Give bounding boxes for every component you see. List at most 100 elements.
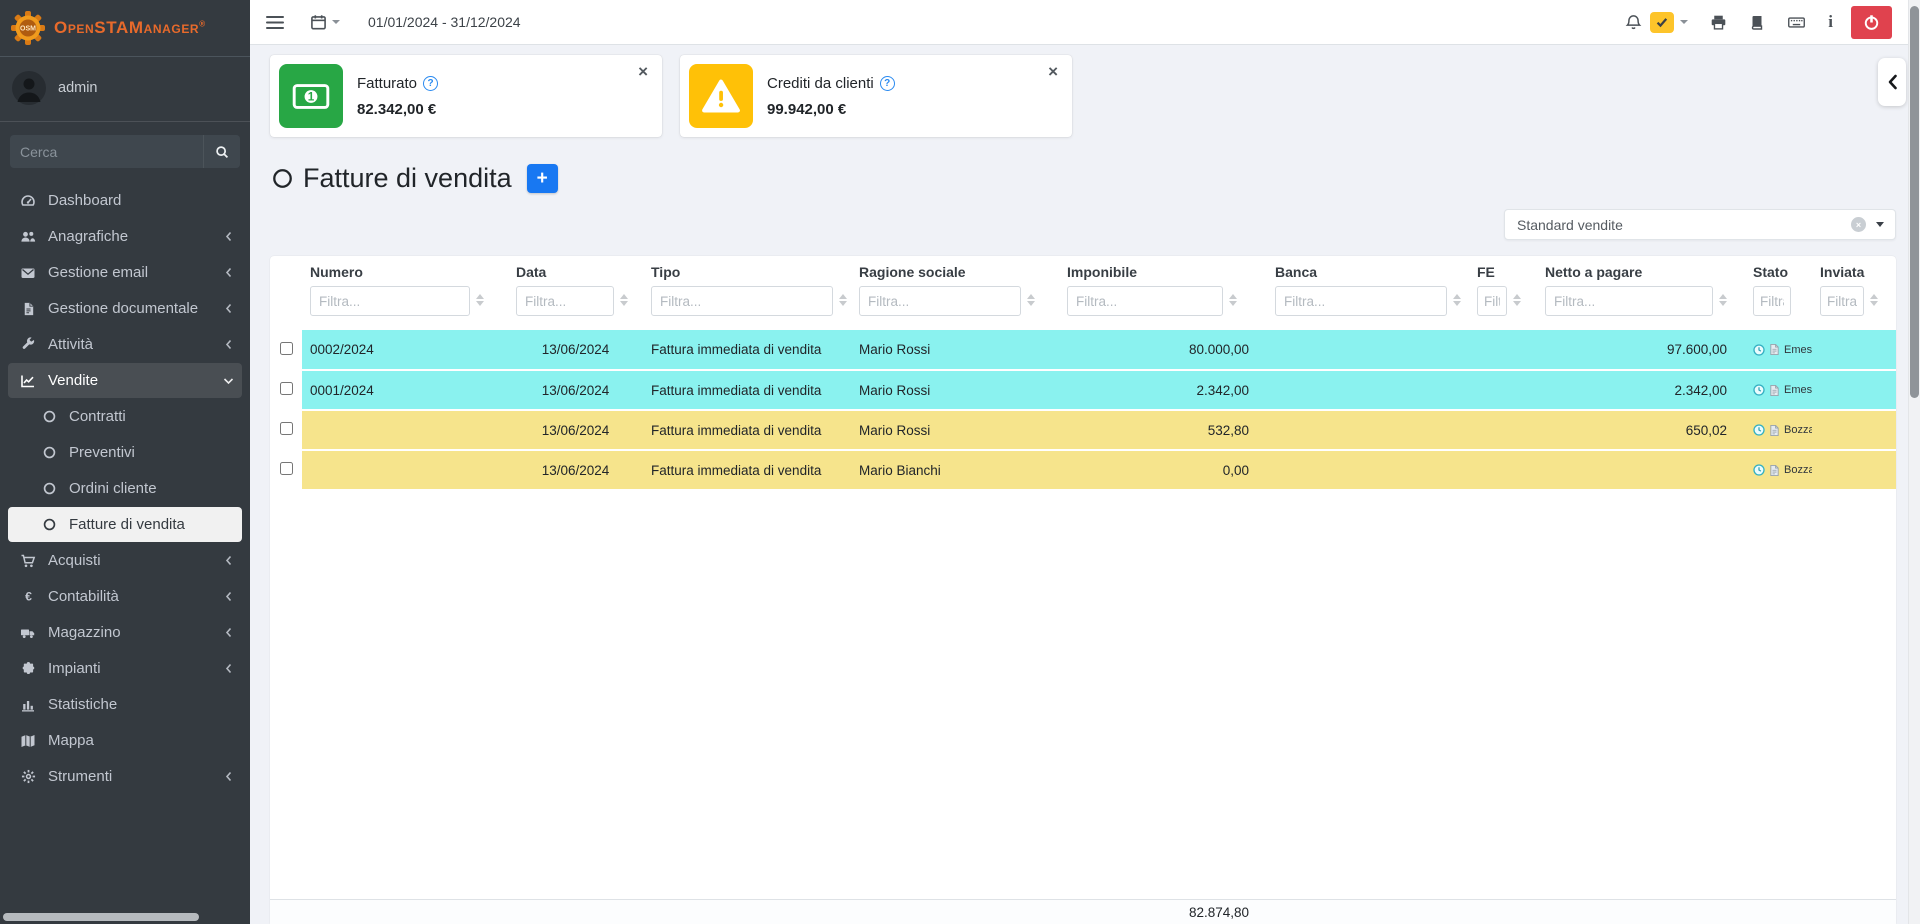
invoice-row[interactable]: 13/06/2024 Fattura immediata di vendita … xyxy=(270,410,1896,450)
close-icon[interactable]: × xyxy=(1048,63,1058,80)
sidebar-item-vendite[interactable]: Vendite xyxy=(8,363,242,398)
sidebar-item-label: Strumenti xyxy=(48,768,112,785)
chevron-left-icon xyxy=(224,555,234,566)
bell-icon[interactable] xyxy=(1625,14,1642,31)
sidebar-item-anagrafiche[interactable]: Anagrafiche xyxy=(8,219,242,254)
sidebar-item-contratti[interactable]: Contratti xyxy=(8,399,242,434)
filter-data-input[interactable] xyxy=(516,286,614,316)
envelope-icon xyxy=(15,265,41,281)
sidebar-item-contabilita[interactable]: € Contabilità xyxy=(8,579,242,614)
chevron-left-icon xyxy=(224,303,234,314)
check-badge-icon[interactable] xyxy=(1650,12,1674,33)
brand-name: OpenSTAManager® xyxy=(54,18,206,38)
power-icon xyxy=(1863,14,1880,31)
sidebar-horizontal-scrollbar[interactable] xyxy=(3,913,199,921)
invoice-row[interactable]: 0001/2024 13/06/2024 Fattura immediata d… xyxy=(270,370,1896,410)
stat-card-fatturato: 1 Fatturato? 82.342,00 € × xyxy=(270,55,662,137)
book-icon[interactable] xyxy=(1749,14,1765,31)
sidebar-item-statistiche[interactable]: Statistiche xyxy=(8,687,242,722)
sidebar-item-mappa[interactable]: Mappa xyxy=(8,723,242,758)
sidebar-item-strumenti[interactable]: Strumenti xyxy=(8,759,242,794)
sort-icon[interactable] xyxy=(620,294,628,306)
row-checkbox[interactable] xyxy=(280,422,293,435)
clear-icon[interactable]: × xyxy=(1851,217,1866,232)
invoice-row[interactable]: 13/06/2024 Fattura immediata di vendita … xyxy=(270,450,1896,490)
status-label: Bozza xyxy=(1784,424,1812,436)
filter-tipo-input[interactable] xyxy=(651,286,833,316)
file-icon xyxy=(1769,424,1780,437)
sidebar-item-ordini-cliente[interactable]: Ordini cliente xyxy=(8,471,242,506)
filter-inviata-input[interactable] xyxy=(1820,286,1864,316)
filter-ragione-input[interactable] xyxy=(859,286,1021,316)
sidebar-item-gestione-email[interactable]: Gestione email xyxy=(8,255,242,290)
row-checkbox[interactable] xyxy=(280,462,293,475)
sidebar-item-attivita[interactable]: Attività xyxy=(8,327,242,362)
sort-icon[interactable] xyxy=(1027,294,1035,306)
gear-icon xyxy=(15,769,41,784)
filter-banca-input[interactable] xyxy=(1275,286,1447,316)
puzzle-icon xyxy=(15,661,41,676)
sidebar-item-gestione-documentale[interactable]: Gestione documentale xyxy=(8,291,242,326)
column-numero: Numero xyxy=(302,256,508,330)
filter-numero-input[interactable] xyxy=(310,286,470,316)
vendite-submenu: Contratti Preventivi Ordini cliente Fatt… xyxy=(0,399,250,542)
sort-icon[interactable] xyxy=(1870,294,1878,306)
column-stato: Stato xyxy=(1745,256,1812,330)
sort-icon[interactable] xyxy=(1513,294,1521,306)
avatar xyxy=(12,71,46,105)
scrollbar-thumb[interactable] xyxy=(1910,6,1919,398)
info-icon[interactable]: i xyxy=(1828,12,1833,32)
search-input[interactable] xyxy=(10,135,203,168)
status-badge: Emessa xyxy=(1753,343,1804,356)
close-icon[interactable]: × xyxy=(638,63,648,80)
search-icon xyxy=(215,145,229,159)
filter-stato-input[interactable] xyxy=(1753,286,1791,316)
invoice-row[interactable]: 0002/2024 13/06/2024 Fattura immediata d… xyxy=(270,330,1896,370)
help-icon[interactable]: ? xyxy=(880,76,895,91)
brand[interactable]: OSM OpenSTAManager® xyxy=(0,0,250,57)
table-header-row: Numero Data Tipo Ragione sociale xyxy=(270,256,1896,330)
clock-icon xyxy=(1753,344,1765,356)
user-panel[interactable]: admin xyxy=(0,57,250,122)
filter-fe-input[interactable] xyxy=(1477,286,1507,316)
panel-toggle[interactable] xyxy=(1878,58,1906,106)
osm-gear-logo-icon: OSM xyxy=(10,10,46,46)
sort-icon[interactable] xyxy=(839,294,847,306)
sidebar-item-label: Contratti xyxy=(69,408,126,425)
vertical-scrollbar[interactable] xyxy=(1908,0,1920,924)
circle-icon xyxy=(36,410,62,423)
sidebar-item-magazzino[interactable]: Magazzino xyxy=(8,615,242,650)
logout-button[interactable] xyxy=(1851,6,1892,39)
sort-icon[interactable] xyxy=(476,294,484,306)
row-checkbox[interactable] xyxy=(280,342,293,355)
help-icon[interactable]: ? xyxy=(423,76,438,91)
status-label: Emessa xyxy=(1784,384,1812,396)
sidebar-item-impianti[interactable]: Impianti xyxy=(8,651,242,686)
sort-icon[interactable] xyxy=(1453,294,1461,306)
sidebar-item-preventivi[interactable]: Preventivi xyxy=(8,435,242,470)
record-circle-icon xyxy=(272,168,293,189)
view-select-row: Standard vendite × xyxy=(250,209,1896,240)
hamburger-icon[interactable] xyxy=(266,15,284,30)
caret-down-icon[interactable] xyxy=(1680,20,1688,24)
add-invoice-button[interactable]: + xyxy=(527,164,558,193)
sort-icon[interactable] xyxy=(1229,294,1237,306)
sidebar-item-dashboard[interactable]: Dashboard xyxy=(8,183,242,218)
column-tipo: Tipo xyxy=(643,256,851,330)
card-body: Crediti da clienti? 99.942,00 € xyxy=(767,75,895,118)
sort-icon[interactable] xyxy=(1719,294,1727,306)
filter-netto-input[interactable] xyxy=(1545,286,1713,316)
row-checkbox[interactable] xyxy=(280,382,293,395)
chevron-left-icon xyxy=(224,339,234,350)
sidebar-item-acquisti[interactable]: Acquisti xyxy=(8,543,242,578)
search-button[interactable] xyxy=(203,135,240,168)
keyboard-icon[interactable] xyxy=(1787,14,1806,31)
printer-icon[interactable] xyxy=(1710,14,1727,31)
card-body: Fatturato? 82.342,00 € xyxy=(357,75,438,118)
filter-imponibile-input[interactable] xyxy=(1067,286,1223,316)
date-range[interactable]: 01/01/2024 - 31/12/2024 xyxy=(368,14,521,30)
view-select[interactable]: Standard vendite × xyxy=(1504,209,1896,240)
sidebar-item-fatture-di-vendita[interactable]: Fatture di vendita xyxy=(8,507,242,542)
chevron-down-icon xyxy=(223,376,234,386)
calendar-icon[interactable] xyxy=(310,14,340,31)
